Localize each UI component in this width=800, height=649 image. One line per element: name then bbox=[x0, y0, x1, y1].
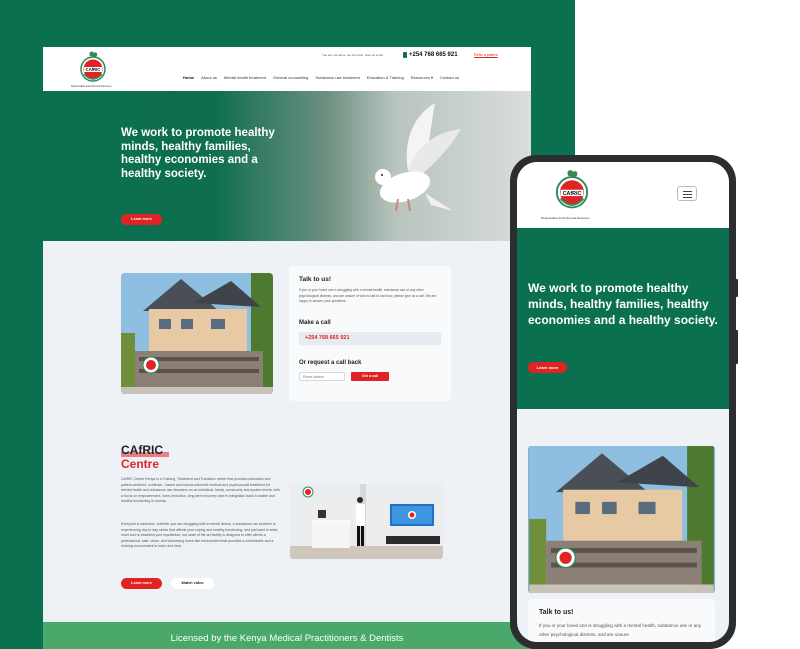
get-a-call-button[interactable]: Get a call bbox=[351, 372, 389, 381]
mobile-hero-section: We work to promote healthy minds, health… bbox=[517, 228, 729, 409]
hero-section: We work to promote healthy minds, health… bbox=[43, 91, 531, 241]
mobile-talk-title: Talk to us! bbox=[539, 609, 574, 616]
phone-icon bbox=[403, 52, 407, 58]
cafric-logo[interactable]: CAfRIC bbox=[78, 50, 108, 86]
header-tagline: You are not alone, we can help. Give us … bbox=[322, 53, 383, 57]
license-footer: Licensed by the Kenya Medical Practition… bbox=[43, 622, 531, 649]
mobile-header: CAfRIC Responsible And Informed Recovery bbox=[517, 162, 729, 228]
nav-item-resources[interactable]: Resources ▾ bbox=[411, 75, 433, 80]
centre-learn-more-button[interactable]: Learn more bbox=[121, 578, 162, 589]
nav-item-home[interactable]: Home bbox=[183, 75, 194, 80]
nav-item-about[interactable]: About us bbox=[201, 75, 217, 80]
main-nav: Home About us Mental health treatment Ge… bbox=[183, 75, 459, 80]
call-number-box[interactable]: +254 768 665 921 bbox=[299, 332, 441, 345]
make-call-heading: Make a call bbox=[299, 320, 331, 326]
nav-item-mental-health[interactable]: Mental health treatment bbox=[224, 75, 266, 80]
talk-description: If you or your loved one is struggling w… bbox=[299, 288, 437, 303]
header-phone[interactable]: +254 768 665 921 bbox=[403, 52, 458, 58]
mobile-building-photo bbox=[528, 446, 715, 593]
request-callback-heading: Or request a call back bbox=[299, 360, 362, 366]
logo-caption: Responsible And Informed Recovery bbox=[541, 216, 590, 220]
hero-learn-more-button[interactable]: Learn more bbox=[121, 214, 162, 225]
mobile-talk-description: If you or your loved one is struggling w… bbox=[539, 623, 702, 637]
nav-item-contact[interactable]: Contact us bbox=[440, 75, 459, 80]
talk-title: Talk to us! bbox=[299, 276, 332, 283]
centre-paragraph-1: CAfRIC Centre Kenya is a Training, Treat… bbox=[121, 477, 280, 504]
reception-photo bbox=[290, 484, 443, 559]
centre-title: CAfRIC Centre bbox=[121, 443, 163, 471]
call-number[interactable]: +254 768 665 921 bbox=[305, 335, 350, 341]
svg-text:CAfRIC: CAfRIC bbox=[563, 191, 582, 197]
nav-item-education[interactable]: Education & Training bbox=[367, 75, 404, 80]
centre-building-photo bbox=[121, 273, 273, 394]
phone-number-input[interactable] bbox=[299, 372, 345, 381]
desktop-mockup: CAfRIC Responsible And Informed Recovery… bbox=[43, 47, 531, 649]
cafric-logo[interactable]: CAfRIC bbox=[553, 168, 591, 214]
nav-item-counselling[interactable]: General counselling bbox=[273, 75, 308, 80]
phone-volume-button bbox=[735, 330, 738, 364]
license-text: Licensed by the Kenya Medical Practition… bbox=[170, 633, 404, 644]
dove-image bbox=[368, 103, 461, 212]
hero-title: We work to promote healthy minds, health… bbox=[121, 127, 275, 180]
phone-screen: CAfRIC Responsible And Informed Recovery… bbox=[517, 162, 729, 642]
phone-side-button bbox=[735, 279, 738, 297]
logo-caption: Responsible And Informed Recovery bbox=[71, 85, 112, 88]
talk-to-us-card: Talk to us! If you or your loved one is … bbox=[289, 266, 451, 401]
mobile-learn-more-button[interactable]: Learn more bbox=[528, 362, 567, 373]
header-phone-number[interactable]: +254 768 665 921 bbox=[409, 52, 458, 58]
centre-paragraph-2: Everyone is welcome! -whether you are st… bbox=[121, 522, 279, 549]
mobile-hero-title: We work to promote healthy minds, health… bbox=[528, 281, 718, 327]
hamburger-icon[interactable] bbox=[677, 186, 697, 201]
svg-text:CAfRIC: CAfRIC bbox=[86, 67, 101, 72]
nav-item-substance-use[interactable]: Substance use treatment bbox=[315, 75, 359, 80]
site-header: CAfRIC Responsible And Informed Recovery… bbox=[43, 47, 531, 91]
watch-video-button[interactable]: Watch video bbox=[171, 578, 214, 589]
mobile-talk-card: Talk to us! If you or your loved one is … bbox=[528, 599, 715, 642]
centre-title-line1: CAfRIC bbox=[121, 443, 163, 457]
centre-title-line2: Centre bbox=[121, 457, 160, 471]
refer-patient-link[interactable]: Refer a patient bbox=[474, 53, 498, 57]
